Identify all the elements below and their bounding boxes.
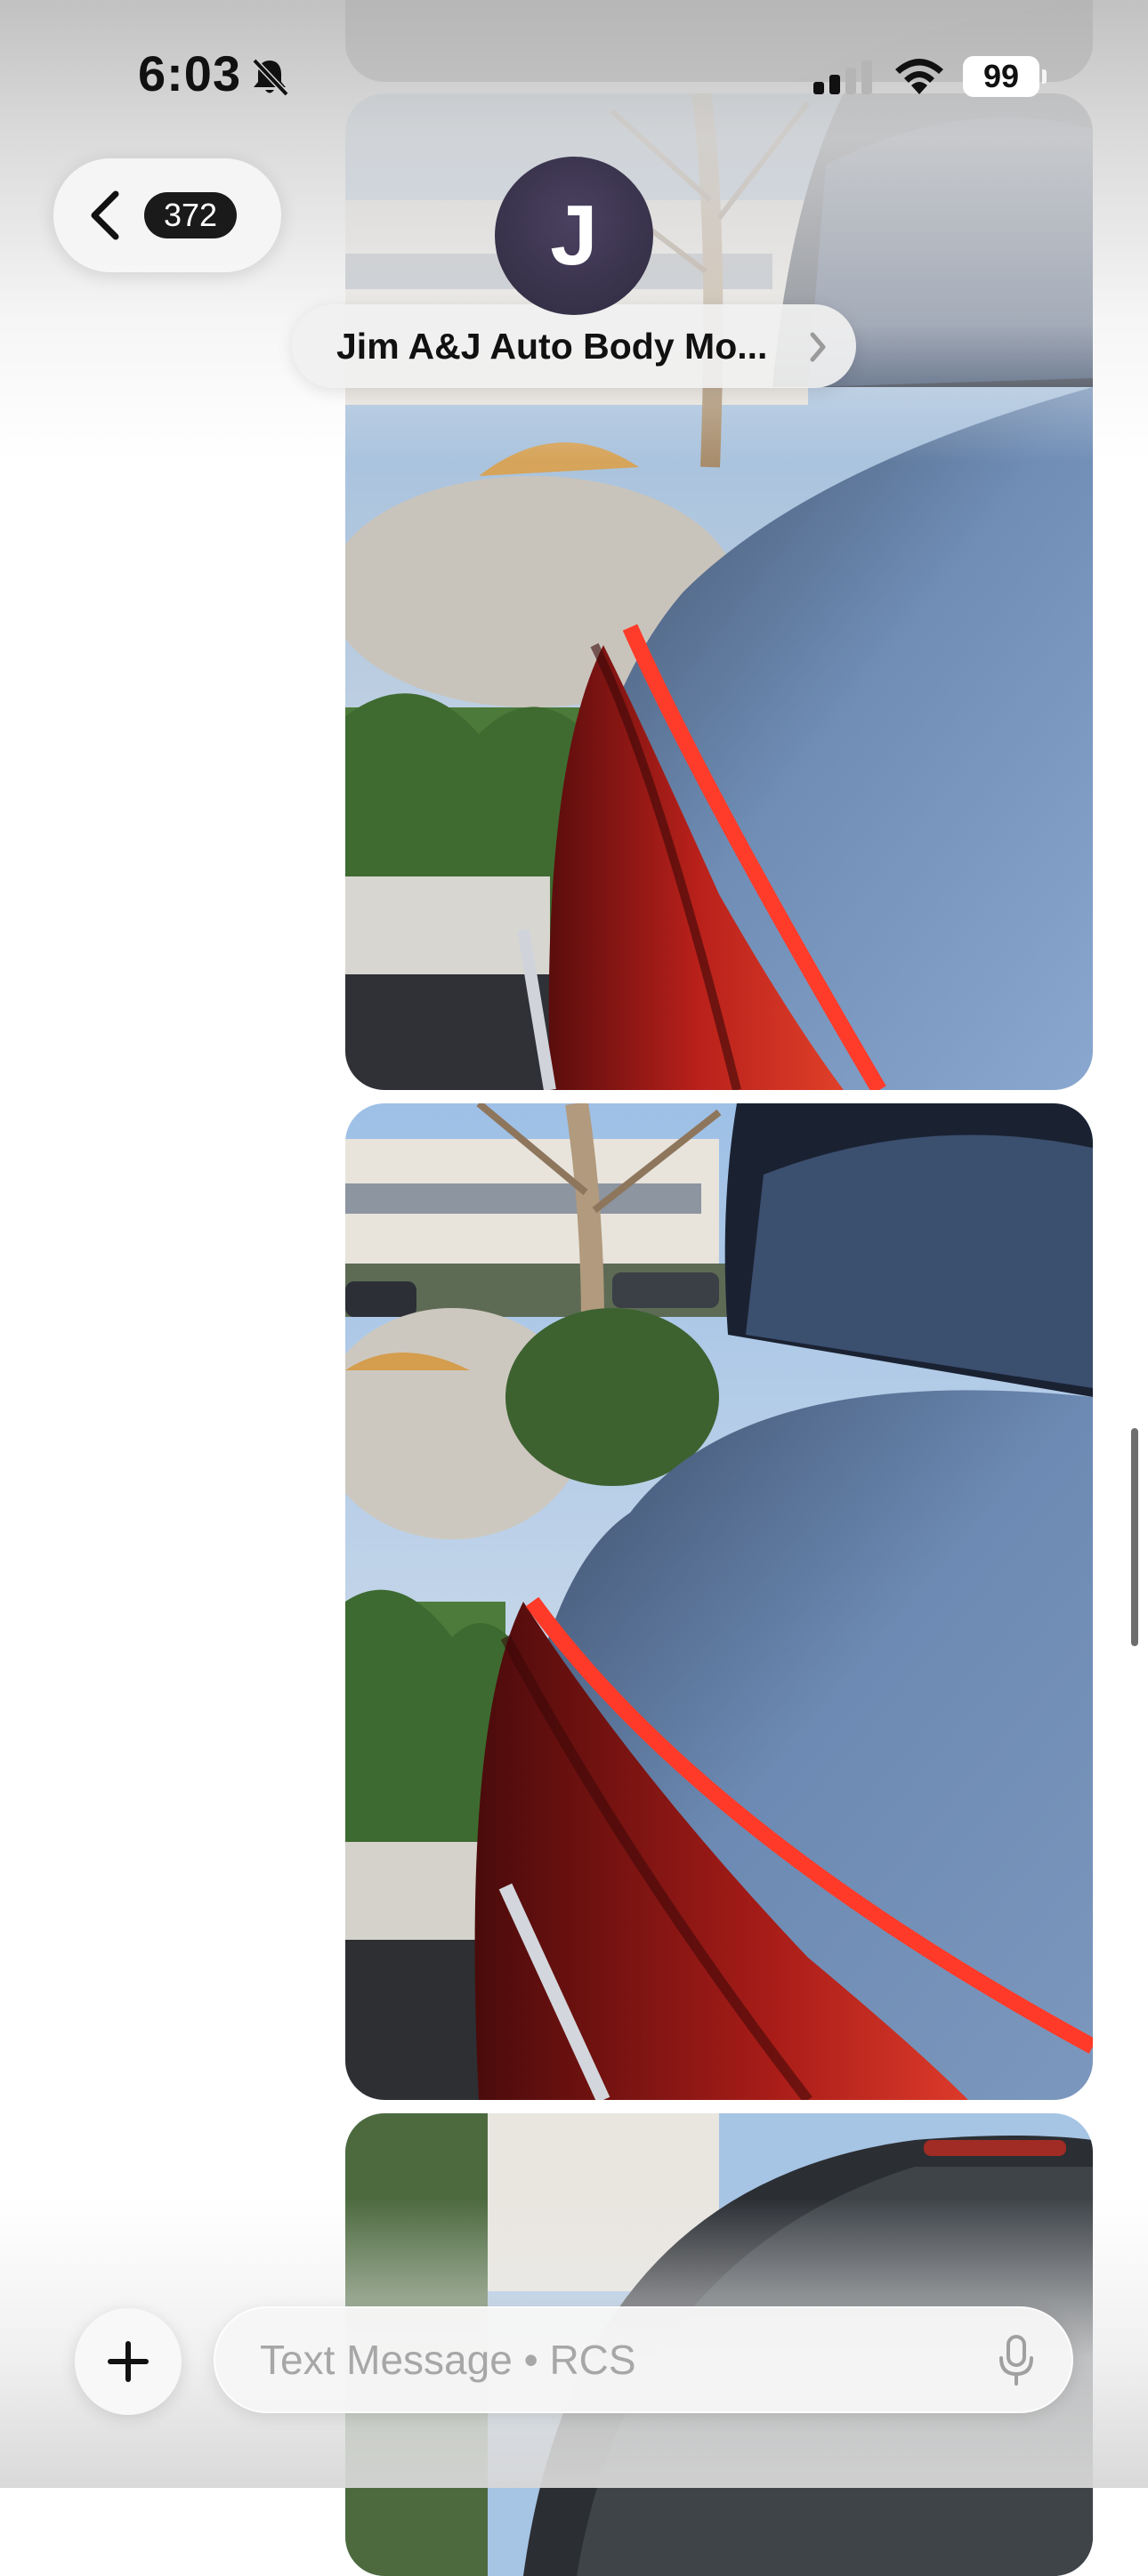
contact-avatar[interactable]: J: [495, 157, 653, 315]
scroll-indicator[interactable]: [1131, 1428, 1138, 1646]
message-input[interactable]: Text Message • RCS: [214, 2306, 1073, 2413]
battery-indicator: 99: [963, 56, 1047, 97]
contact-name-button[interactable]: Jim A&J Auto Body Mo...: [292, 304, 856, 388]
bell-slash-icon: [252, 58, 289, 97]
back-button[interactable]: 372: [53, 158, 281, 272]
contact-name: Jim A&J Auto Body Mo...: [336, 326, 768, 367]
chevron-left-icon: [91, 190, 119, 240]
unread-count-badge: 372: [144, 192, 237, 238]
plus-icon: [108, 2341, 149, 2382]
message-photo-car-closeup-2[interactable]: [345, 1103, 1093, 2100]
wifi-icon: [895, 59, 943, 94]
add-attachment-button[interactable]: [75, 2308, 182, 2415]
microphone-icon[interactable]: [997, 2335, 1036, 2386]
cellular-signal-icon: [813, 61, 872, 94]
message-placeholder: Text Message • RCS: [260, 2337, 636, 2383]
message-photo-car-closeup-1[interactable]: [345, 93, 1093, 1090]
chevron-right-icon: [810, 332, 826, 362]
status-time: 6:03: [138, 45, 242, 101]
